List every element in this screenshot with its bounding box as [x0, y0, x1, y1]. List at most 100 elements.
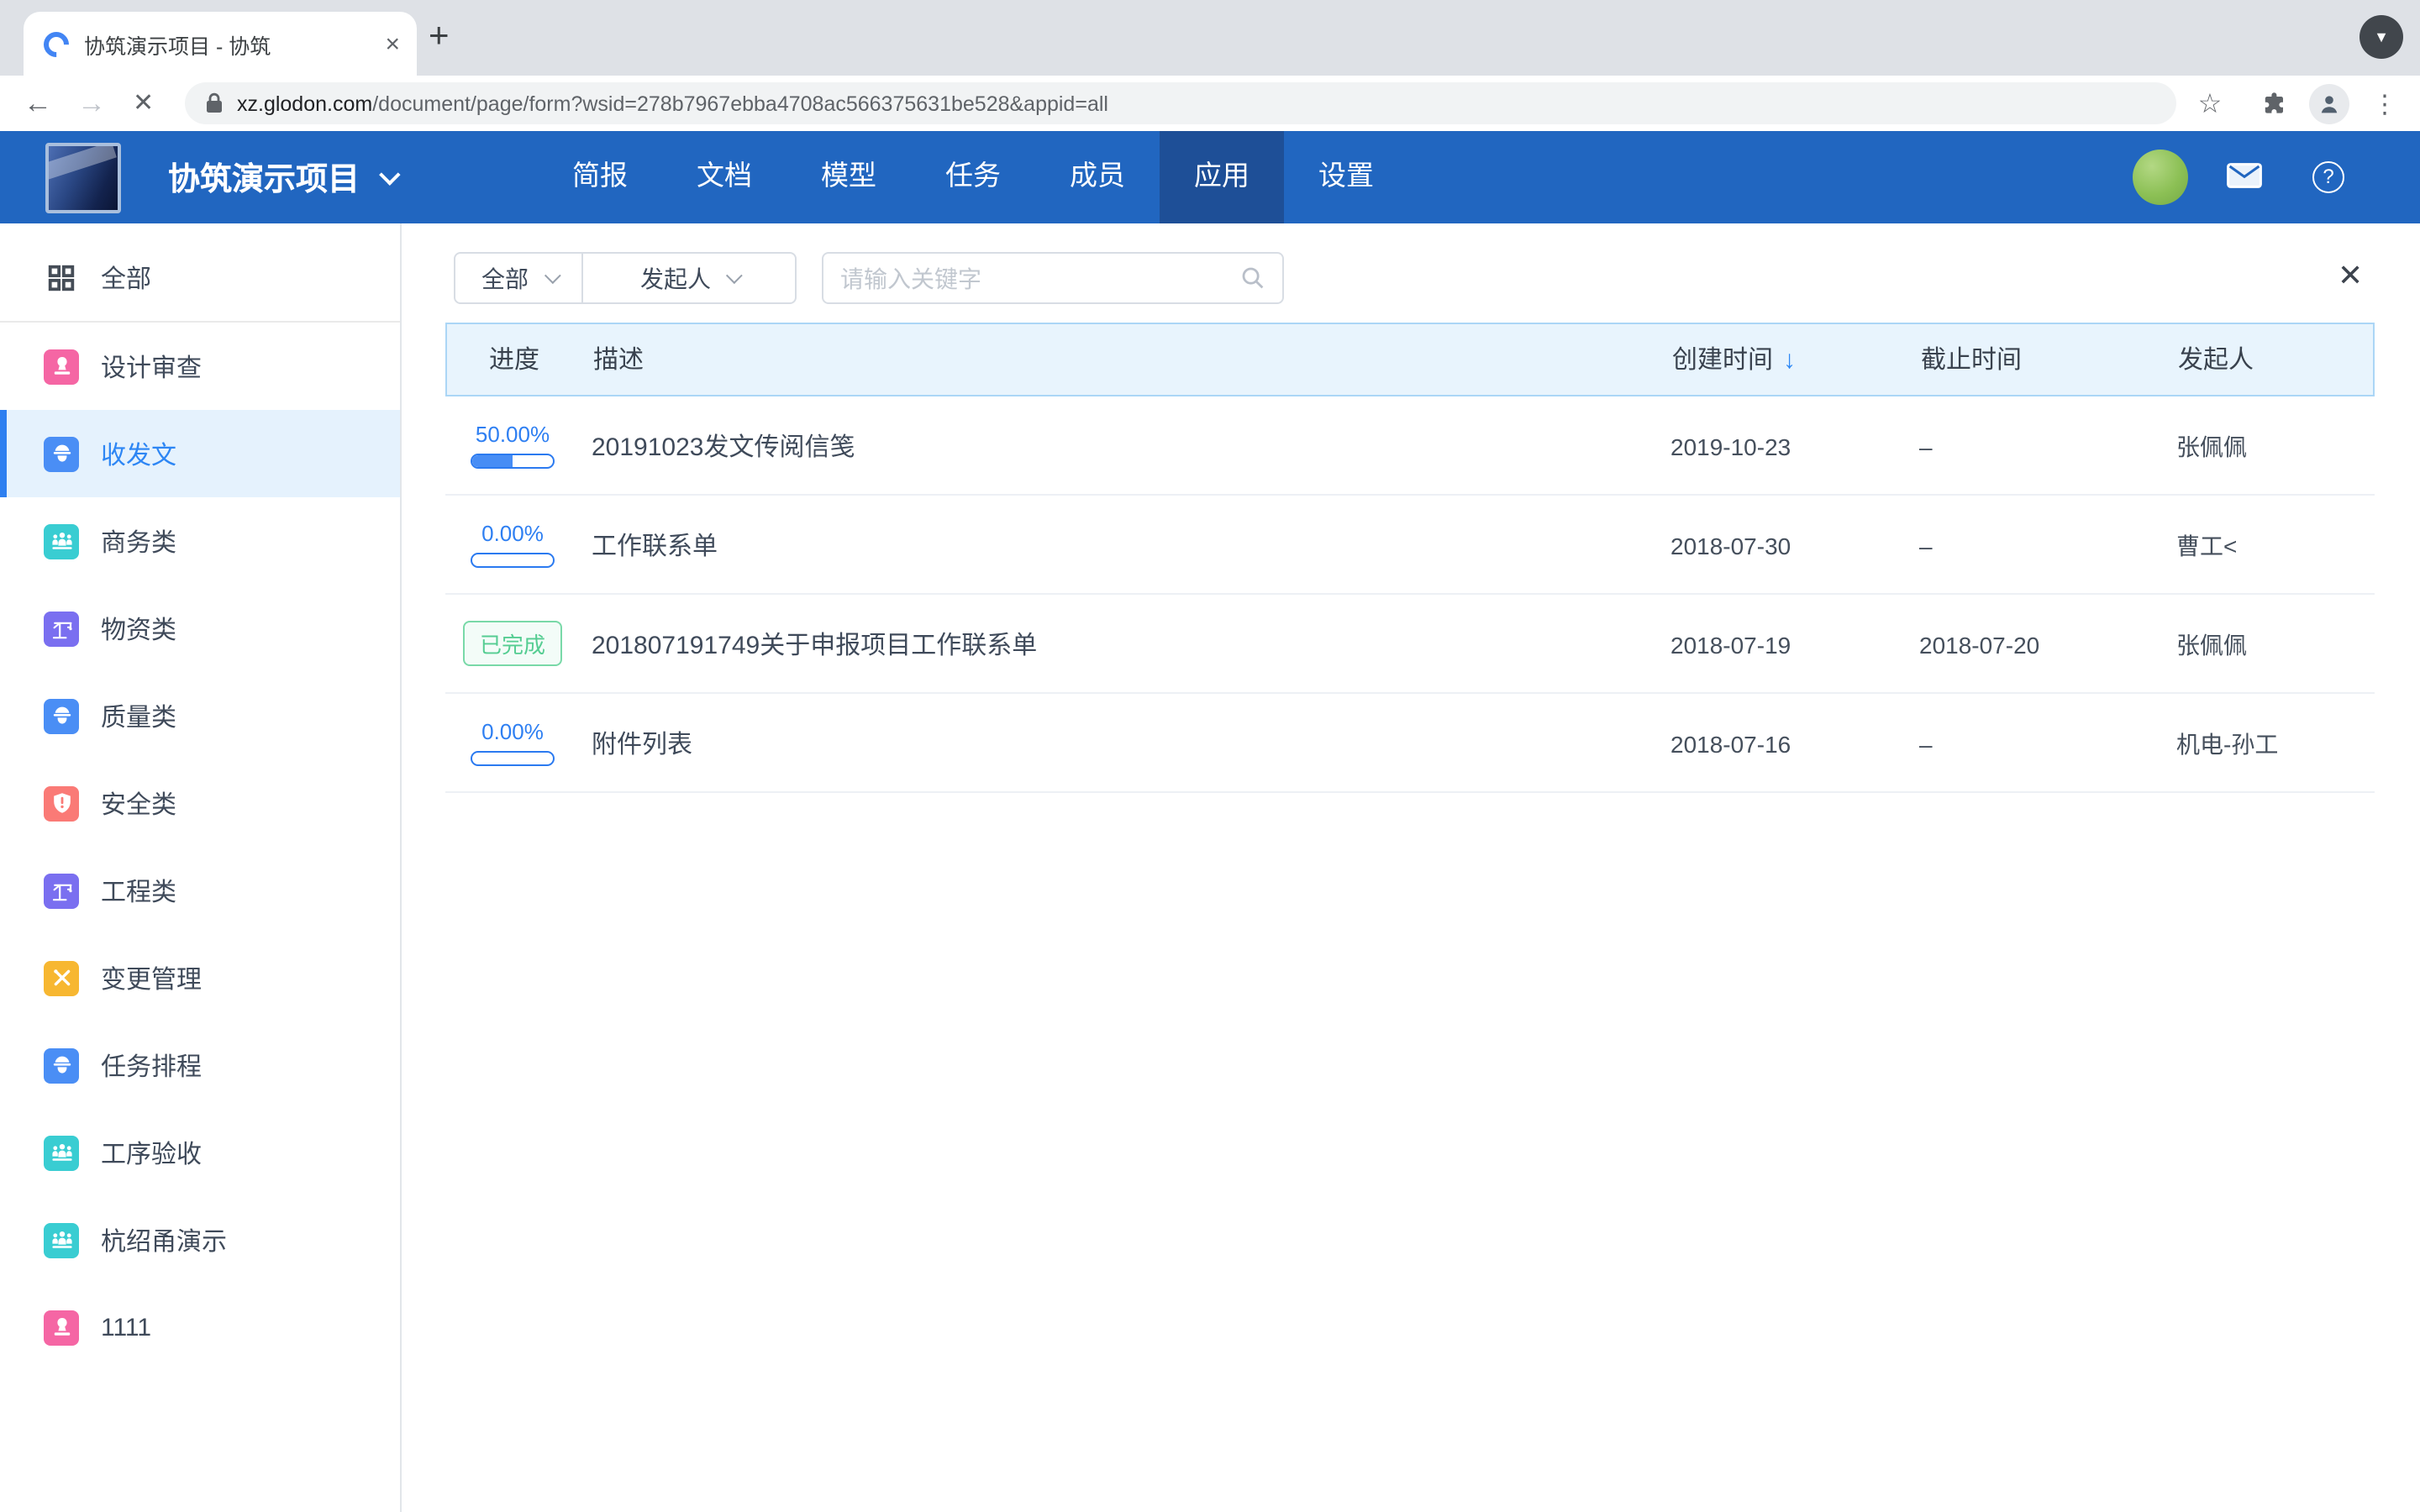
progress-bar [471, 454, 555, 469]
sidebar-item-all[interactable]: 全部 [0, 234, 400, 321]
sidebar-item-label: 工序验收 [101, 1135, 202, 1170]
content-panel: 全部 发起人 ✕ 进度 描述 创建时间↓ [402, 223, 2420, 1512]
sidebar-item-label: 商务类 [101, 523, 176, 559]
close-panel-icon[interactable]: ✕ [2338, 260, 2363, 291]
initiator-filter-label: 发起人 [640, 261, 711, 295]
table-row[interactable]: 0.00%附件列表2018-07-16–机电-孙工 [445, 694, 2375, 793]
crane-icon [44, 873, 79, 908]
tab-close-icon[interactable]: × [385, 29, 400, 58]
row-created-date: 2018-07-16 [1670, 694, 1791, 793]
sidebar-item-label: 任务排程 [101, 1047, 202, 1083]
url-domain: xz.glodon.com [237, 92, 372, 115]
mail-icon[interactable] [2227, 163, 2262, 197]
column-header-initiator: 发起人 [2178, 324, 2254, 398]
project-switcher[interactable]: 协筑演示项目 [168, 131, 395, 223]
column-header-progress: 进度 [489, 324, 539, 398]
sidebar-item-quality[interactable]: 质量类 [0, 672, 400, 759]
tab-title: 协筑演示项目 - 协筑 [84, 28, 375, 60]
progress-cell: 0.00% [471, 521, 555, 568]
row-description: 20191023发文传阅信笺 [592, 396, 855, 496]
lock-icon [205, 92, 224, 114]
help-icon[interactable]: ? [2312, 161, 2344, 193]
sidebar-item-task-scheduling[interactable]: 任务排程 [0, 1021, 400, 1109]
row-created-date: 2018-07-30 [1670, 496, 1791, 595]
back-button[interactable]: ← [24, 76, 52, 131]
nav-tab-task[interactable]: 任务 [911, 131, 1035, 223]
main-area: 全部设计审查收发文商务类物资类质量类安全类工程类变更管理任务排程工序验收杭绍甬演… [0, 223, 2420, 1512]
table-row[interactable]: 已完成201807191749关于申报项目工作联系单2018-07-192018… [445, 595, 2375, 694]
sidebar-item-1111[interactable]: 1111 [0, 1284, 400, 1371]
chevron-down-icon [544, 267, 560, 284]
project-thumbnail[interactable] [45, 143, 121, 213]
project-name: 协筑演示项目 [168, 155, 360, 200]
initiator-filter-dropdown[interactable]: 发起人 [581, 254, 795, 302]
column-header-description: 描述 [593, 324, 644, 398]
row-initiator: 机电-孙工 [2176, 694, 2278, 793]
row-description: 工作联系单 [592, 496, 718, 595]
stamp-icon [44, 349, 79, 384]
extensions-puzzle-icon[interactable] [2252, 76, 2296, 131]
filter-group: 全部 发起人 [454, 252, 797, 304]
sidebar-item-engineering[interactable]: 工程类 [0, 847, 400, 934]
table-body: 50.00% 20191023发文传阅信笺 2019-10-23 – 张佩佩 0.00% 工… [445, 396, 2375, 793]
chevron-down-icon [726, 267, 743, 284]
tab-search-button[interactable]: ▼ [2360, 15, 2403, 59]
progress-cell: 50.00% [471, 422, 555, 469]
helmet-icon [44, 436, 79, 471]
row-initiator: 张佩佩 [2176, 396, 2247, 496]
sidebar-item-design-review[interactable]: 设计审查 [0, 323, 400, 410]
nav-tab-member[interactable]: 成员 [1035, 131, 1160, 223]
sidebar-item-change-management[interactable]: 变更管理 [0, 934, 400, 1021]
nav-tab-document[interactable]: 文档 [662, 131, 786, 223]
new-tab-button[interactable]: + [429, 15, 450, 59]
sidebar-item-label: 1111 [101, 1313, 151, 1341]
sidebar-item-send-receive-doc[interactable]: 收发文 [0, 410, 400, 497]
table-row[interactable]: 0.00% 工作联系单 2018-07-30 – 曹工< [445, 496, 2375, 595]
progress-bar [471, 751, 555, 766]
row-created-date: 2019-10-23 [1670, 396, 1791, 496]
profile-avatar-icon[interactable] [2307, 76, 2351, 131]
people-icon [44, 523, 79, 559]
user-avatar[interactable] [2133, 150, 2188, 205]
url-text: xz.glodon.com/document/page/form?wsid=27… [237, 92, 1108, 115]
browser-menu-icon[interactable]: ⋮ [2363, 76, 2407, 131]
url-path: /document/page/form?wsid=278b7967ebba470… [372, 92, 1108, 115]
sidebar-item-hsy-demo[interactable]: 杭绍甬演示 [0, 1196, 400, 1284]
nav-tab-model[interactable]: 模型 [786, 131, 911, 223]
nav-tab-settings[interactable]: 设置 [1284, 131, 1408, 223]
sidebar-item-business[interactable]: 商务类 [0, 497, 400, 585]
row-description: 附件列表 [592, 694, 692, 793]
row-due-date: – [1919, 496, 1933, 595]
column-header-created[interactable]: 创建时间↓ [1672, 324, 1796, 398]
row-initiator: 张佩佩 [2176, 595, 2247, 694]
address-bar[interactable]: xz.glodon.com/document/page/form?wsid=27… [185, 82, 2176, 124]
progress-percent: 0.00% [481, 521, 544, 546]
helmet-icon [44, 1047, 79, 1083]
progress-cell: 0.00% [471, 719, 555, 766]
status-badge: 已完成 [463, 621, 562, 666]
search-box [822, 252, 1284, 304]
browser-tab[interactable]: 协筑演示项目 - 协筑 × [24, 12, 417, 76]
search-input[interactable] [840, 265, 1240, 291]
search-icon[interactable] [1240, 265, 1265, 291]
nav-tab-briefing[interactable]: 简报 [538, 131, 662, 223]
table-row[interactable]: 50.00%20191023发文传阅信笺2019-10-23–张佩佩 [445, 396, 2375, 496]
sidebar-item-materials[interactable]: 物资类 [0, 585, 400, 672]
sidebar-item-process-acceptance[interactable]: 工序验收 [0, 1109, 400, 1196]
sidebar-item-safety[interactable]: 安全类 [0, 759, 400, 847]
stop-loading-button[interactable]: ✕ [133, 76, 154, 131]
sidebar-item-label: 变更管理 [101, 960, 202, 995]
sort-desc-icon: ↓ [1783, 346, 1796, 375]
row-initiator: 曹工< [2176, 496, 2237, 595]
people-icon [44, 1135, 79, 1170]
top-navigation: 简报文档模型任务成员应用设置 [538, 131, 1408, 223]
chevron-down-icon [379, 164, 400, 185]
tab-search-chevron-icon: ▼ [2374, 29, 2389, 45]
forward-button[interactable]: → [77, 76, 106, 131]
nav-tab-app[interactable]: 应用 [1160, 131, 1284, 223]
bookmark-star-icon[interactable]: ☆ [2188, 76, 2232, 131]
table-header-row: 进度 描述 创建时间↓ 截止时间 发起人 [445, 323, 2375, 396]
category-filter-dropdown[interactable]: 全部 [455, 254, 581, 302]
grid-icon [44, 260, 79, 295]
sidebar-item-label: 安全类 [101, 785, 176, 821]
